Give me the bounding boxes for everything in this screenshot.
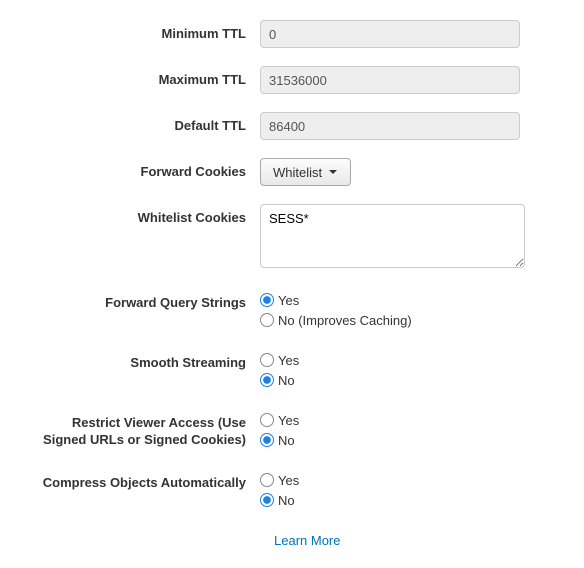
compress-radios: Yes No xyxy=(260,469,520,511)
forward-cookies-selected: Whitelist xyxy=(273,165,322,180)
smooth-streaming-yes-label: Yes xyxy=(278,353,299,368)
forward-query-no-radio[interactable] xyxy=(260,313,274,327)
restrict-viewer-radios: Yes No xyxy=(260,409,520,451)
whitelist-cookies-textarea[interactable]: SESS* xyxy=(260,204,525,268)
compress-no-radio[interactable] xyxy=(260,493,274,507)
restrict-viewer-no-radio[interactable] xyxy=(260,433,274,447)
forward-cookies-label: Forward Cookies xyxy=(30,158,260,181)
restrict-viewer-yes-radio[interactable] xyxy=(260,413,274,427)
max-ttl-input[interactable] xyxy=(260,66,520,94)
forward-query-yes-radio[interactable] xyxy=(260,293,274,307)
compress-yes-radio[interactable] xyxy=(260,473,274,487)
compress-label: Compress Objects Automatically xyxy=(30,469,260,492)
max-ttl-label: Maximum TTL xyxy=(30,66,260,89)
forward-query-label: Forward Query Strings xyxy=(30,289,260,312)
default-ttl-input[interactable] xyxy=(260,112,520,140)
restrict-viewer-yes-label: Yes xyxy=(278,413,299,428)
smooth-streaming-no-label: No xyxy=(278,373,295,388)
forward-query-yes-label: Yes xyxy=(278,293,299,308)
smooth-streaming-yes-radio[interactable] xyxy=(260,353,274,367)
compress-yes-label: Yes xyxy=(278,473,299,488)
smooth-streaming-no-radio[interactable] xyxy=(260,373,274,387)
restrict-viewer-label: Restrict Viewer Access (Use Signed URLs … xyxy=(30,409,260,449)
forward-query-no-label: No (Improves Caching) xyxy=(278,313,412,328)
min-ttl-label: Minimum TTL xyxy=(30,20,260,43)
whitelist-cookies-label: Whitelist Cookies xyxy=(30,204,260,227)
smooth-streaming-label: Smooth Streaming xyxy=(30,349,260,372)
forward-query-radios: Yes No (Improves Caching) xyxy=(260,289,520,331)
restrict-viewer-no-label: No xyxy=(278,433,295,448)
chevron-down-icon xyxy=(328,167,338,177)
compress-no-label: No xyxy=(278,493,295,508)
default-ttl-label: Default TTL xyxy=(30,112,260,135)
min-ttl-input[interactable] xyxy=(260,20,520,48)
smooth-streaming-radios: Yes No xyxy=(260,349,520,391)
learn-more-link[interactable]: Learn More xyxy=(274,533,340,548)
forward-cookies-select[interactable]: Whitelist xyxy=(260,158,351,186)
